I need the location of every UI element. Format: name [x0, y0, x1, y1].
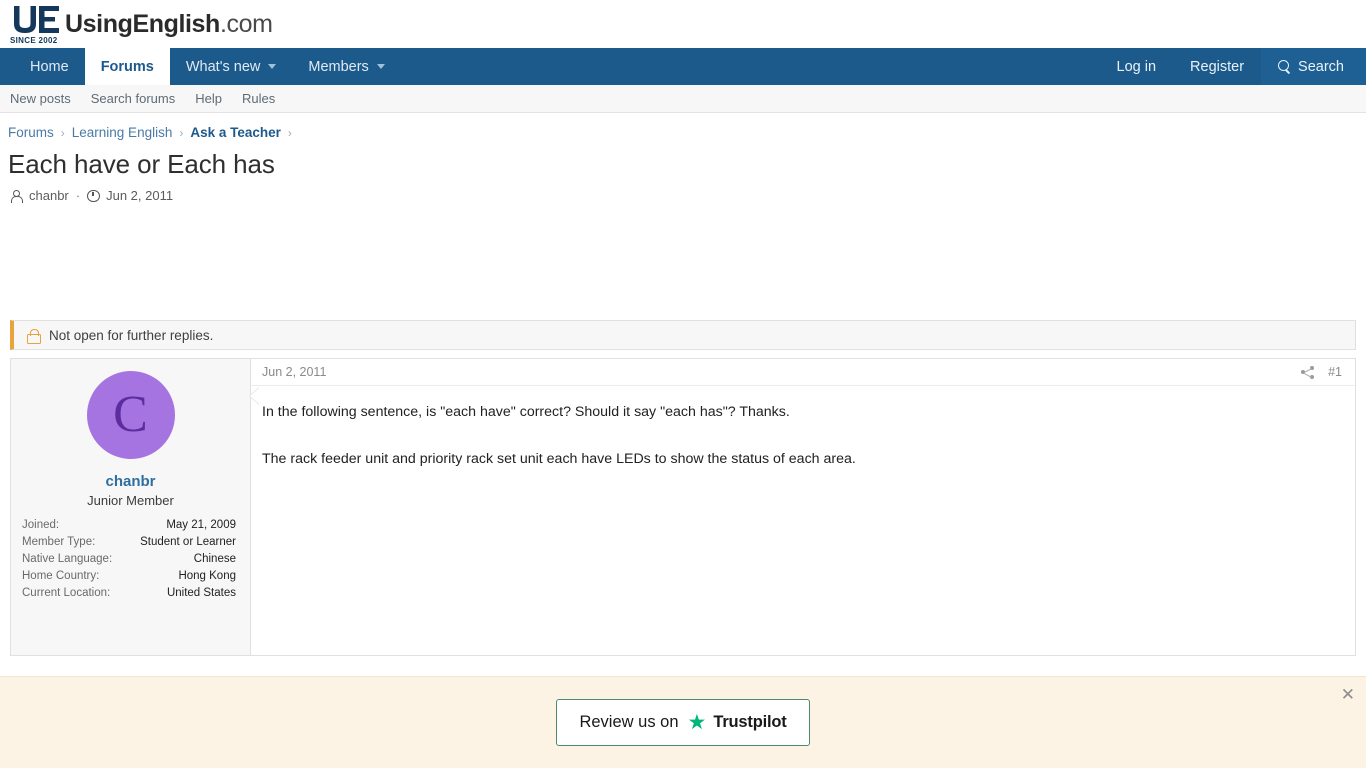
- post-content: Jun 2, 2011 #1 In the following sentence…: [250, 359, 1355, 655]
- search-label: Search: [1298, 58, 1344, 75]
- page-title: Each have or Each has: [8, 149, 275, 179]
- trustpilot-review-button[interactable]: Review us on ★ Trustpilot: [556, 699, 810, 746]
- site-header: SINCE 2002 UsingEnglish.com: [0, 0, 1366, 48]
- primary-navbar: Home Forums What's new Members Log in Re…: [0, 48, 1366, 85]
- breadcrumb-separator-icon: ›: [179, 125, 184, 140]
- thread-author[interactable]: chanbr: [29, 188, 69, 203]
- subnav-item-rules[interactable]: Rules: [242, 91, 275, 106]
- author-field-native-language: Native Language: Chinese: [22, 551, 236, 568]
- author-field-native-language-value: Chinese: [193, 553, 236, 565]
- login-button[interactable]: Log in: [1100, 48, 1174, 85]
- avatar[interactable]: C: [86, 371, 175, 459]
- register-button[interactable]: Register: [1173, 48, 1261, 85]
- author-field-current-location-key: Current Location:: [22, 587, 111, 599]
- post-author-sidebar: C chanbr Junior Member Joined: May 21, 2…: [11, 359, 251, 655]
- post-pointer-icon: [250, 387, 260, 405]
- site-logo[interactable]: SINCE 2002 UsingEnglish.com: [8, 2, 273, 46]
- post-paragraph: The rack feeder unit and priority rack s…: [262, 450, 856, 467]
- login-label: Log in: [1116, 58, 1157, 75]
- post-container: C chanbr Junior Member Joined: May 21, 2…: [10, 358, 1356, 656]
- share-icon[interactable]: [1301, 365, 1314, 379]
- search-icon: [1278, 60, 1291, 73]
- author-field-member-type: Member Type: Student or Learner: [22, 534, 236, 551]
- subnav-item-new-posts[interactable]: New posts: [10, 91, 71, 106]
- author-field-joined: Joined: May 21, 2009: [22, 517, 236, 534]
- post-date[interactable]: Jun 2, 2011: [262, 365, 326, 379]
- nav-item-forums-label: Forums: [100, 58, 154, 75]
- breadcrumb: Forums › Learning English › Ask a Teache…: [0, 113, 1366, 140]
- nav-item-members[interactable]: Members: [292, 48, 400, 85]
- close-icon[interactable]: ✕: [1341, 686, 1355, 703]
- author-field-member-type-key: Member Type:: [22, 536, 96, 548]
- search-button[interactable]: Search: [1261, 48, 1366, 85]
- nav-item-forums[interactable]: Forums: [84, 48, 170, 85]
- post-author-fields: Joined: May 21, 2009 Member Type: Studen…: [11, 517, 250, 602]
- nav-item-whats-new-label: What's new: [185, 58, 261, 75]
- author-field-joined-value: May 21, 2009: [166, 519, 236, 531]
- user-icon: [10, 190, 23, 203]
- trustpilot-button-label: Review us on: [579, 713, 679, 731]
- post-message-body: In the following sentence, is "each have…: [251, 386, 1355, 469]
- thread-meta: chanbr · Jun 2, 2011: [0, 180, 1366, 203]
- lock-icon: [27, 328, 41, 344]
- author-field-member-type-value: Student or Learner: [140, 536, 236, 548]
- author-field-home-country: Home Country: Hong Kong: [22, 568, 236, 585]
- post-header: Jun 2, 2011 #1: [251, 359, 1355, 386]
- meta-separator: ·: [75, 188, 81, 203]
- nav-item-whats-new[interactable]: What's new: [170, 48, 293, 85]
- secondary-navbar: New posts Search forums Help Rules: [0, 85, 1366, 113]
- breadcrumb-item-forums[interactable]: Forums: [8, 125, 54, 140]
- thread-locked-notice-text: Not open for further replies.: [49, 327, 214, 343]
- post-header-actions: #1: [1301, 365, 1342, 379]
- register-label: Register: [1190, 58, 1245, 75]
- breadcrumb-item-learning-english[interactable]: Learning English: [72, 125, 173, 140]
- subnav-item-search-forums[interactable]: Search forums: [91, 91, 176, 106]
- breadcrumb-separator-icon: ›: [60, 125, 65, 140]
- trustpilot-banner: Review us on ★ Trustpilot ✕: [0, 676, 1366, 768]
- trustpilot-brand-name: Trustpilot: [713, 713, 787, 731]
- star-icon: ★: [687, 711, 707, 734]
- nav-item-home[interactable]: Home: [14, 48, 85, 85]
- author-field-home-country-value: Hong Kong: [178, 570, 236, 582]
- logo-wordmark-tld: .com: [219, 10, 273, 38]
- nav-item-home-label: Home: [30, 58, 69, 75]
- clock-icon: [87, 189, 100, 203]
- author-field-native-language-key: Native Language:: [22, 553, 113, 565]
- thread-locked-notice: Not open for further replies.: [10, 320, 1356, 350]
- ue-monogram-icon: SINCE 2002: [8, 2, 66, 46]
- chevron-down-icon: [376, 64, 385, 69]
- breadcrumb-separator-icon: ›: [287, 125, 292, 140]
- breadcrumb-item-ask-a-teacher[interactable]: Ask a Teacher: [190, 125, 281, 140]
- author-field-current-location-value: United States: [166, 587, 236, 599]
- subnav-item-help[interactable]: Help: [195, 91, 222, 106]
- logo-wordmark: UsingEnglish.com: [65, 12, 273, 37]
- post-paragraph: In the following sentence, is "each have…: [262, 404, 790, 420]
- author-field-home-country-key: Home Country:: [22, 570, 100, 582]
- post-number[interactable]: #1: [1328, 365, 1342, 379]
- author-field-joined-key: Joined:: [22, 519, 60, 531]
- post-author-username[interactable]: chanbr: [11, 473, 250, 490]
- primary-nav-items: Home Forums What's new Members: [14, 48, 401, 85]
- nav-item-members-label: Members: [308, 58, 369, 75]
- primary-nav-right: Log in Register Search: [1100, 48, 1366, 85]
- logo-since-text: SINCE 2002: [10, 36, 58, 45]
- thread-date: Jun 2, 2011: [106, 188, 174, 203]
- logo-wordmark-bold: UsingEnglish: [65, 10, 220, 38]
- author-field-current-location: Current Location: United States: [22, 585, 236, 602]
- post-author-title: Junior Member: [87, 493, 174, 508]
- chevron-down-icon: [268, 64, 277, 69]
